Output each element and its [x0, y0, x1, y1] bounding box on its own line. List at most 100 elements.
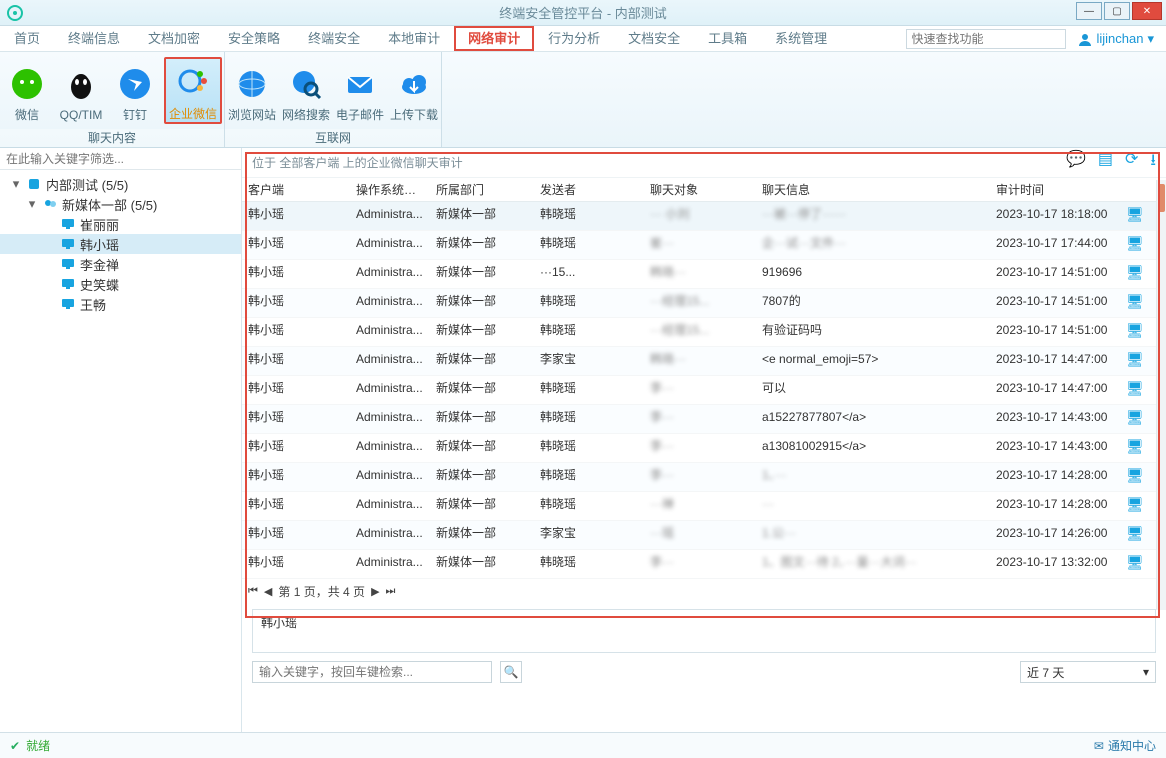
column-header[interactable]: 审计时间 [990, 178, 1120, 201]
cell: ···瑶 [644, 521, 756, 549]
ribbon-globe[interactable]: 浏览网站 [225, 58, 279, 123]
row-detail-icon[interactable]: 🖥 [1120, 434, 1144, 462]
cell: 2023-10-17 13:32:00 [990, 550, 1120, 578]
tree-leaf[interactable]: 史笑蝶 [0, 274, 241, 294]
search-button[interactable]: 🔍 [500, 661, 522, 683]
ribbon-qq[interactable]: QQ/TIM [54, 60, 108, 122]
notification-center[interactable]: ✉ 通知中心 [1094, 737, 1156, 754]
cell: 2023-10-17 14:43:00 [990, 434, 1120, 462]
status-bar: ✔ 就绪 ✉ 通知中心 [0, 732, 1166, 758]
date-range-select[interactable]: 近 7 天 ▾ [1020, 661, 1156, 683]
close-button[interactable]: ✕ [1132, 2, 1162, 20]
tree-group[interactable]: ▾ 新媒体一部 (5/5) [0, 194, 241, 214]
collapse-icon[interactable]: ▾ [10, 176, 22, 192]
ribbon-mail[interactable]: 电子邮件 [333, 58, 387, 123]
row-detail-icon[interactable]: 🖥 [1120, 376, 1144, 404]
cell: 韩小瑶 [242, 289, 350, 317]
menu-终端安全[interactable]: 终端安全 [294, 26, 374, 51]
pager-first[interactable]: ⏮ [248, 585, 258, 598]
ribbon-caption: 上传下载 [387, 106, 441, 123]
menu-网络审计[interactable]: 网络审计 [454, 26, 534, 51]
menu-终端信息[interactable]: 终端信息 [54, 26, 134, 51]
ribbon-dingtalk[interactable]: 钉钉 [108, 58, 162, 123]
minimize-button[interactable]: — [1076, 2, 1102, 20]
row-detail-icon[interactable]: 🖥 [1120, 231, 1144, 259]
table-row[interactable]: 韩小瑶Administra...新媒体一部韩晓瑶李···a15227877807… [242, 405, 1166, 434]
menu-工具箱[interactable]: 工具箱 [694, 26, 761, 51]
cell: Administra... [350, 231, 430, 259]
ribbon-cloud[interactable]: 上传下载 [387, 58, 441, 123]
ribbon-wecom[interactable]: 企业微信 [164, 57, 222, 124]
table-row[interactable]: 韩小瑶Administra...新媒体一部韩晓瑶李···可以2023-10-17… [242, 376, 1166, 405]
column-header[interactable]: 聊天对象 [644, 178, 756, 201]
column-header[interactable]: 操作系统账户 [350, 178, 430, 201]
table-row[interactable]: 韩小瑶Administra...新媒体一部韩晓瑶李···a13081002915… [242, 434, 1166, 463]
row-detail-icon[interactable]: 🖥 [1120, 405, 1144, 433]
panel-header: 位于 全部客户端 上的企业微信聊天审计 💬 ▤ ⟳ ⭳ [242, 148, 1166, 178]
menu-文档加密[interactable]: 文档加密 [134, 26, 214, 51]
tree-leaf[interactable]: 王畅 [0, 294, 241, 314]
quick-search-input[interactable] [906, 29, 1066, 49]
title-bar: 终端安全管控平台 - 内部测试 — ▢ ✕ [0, 0, 1166, 26]
column-header[interactable]: 聊天信息 [756, 178, 990, 201]
pager-prev[interactable]: ◀ [264, 585, 272, 598]
pager-last[interactable]: ⏭ [386, 585, 396, 598]
detail-text: 韩小瑶 [261, 616, 297, 630]
user-name: lijinchan [1096, 31, 1143, 46]
scrollbar-thumb[interactable] [1158, 184, 1165, 212]
list-icon[interactable]: ▤ [1098, 149, 1113, 176]
menu-安全策略[interactable]: 安全策略 [214, 26, 294, 51]
table-row[interactable]: 韩小瑶Administra...新媒体一部韩晓瑶崔···企···试···文件··… [242, 231, 1166, 260]
menu-本地审计[interactable]: 本地审计 [374, 26, 454, 51]
collapse-icon[interactable]: ▾ [26, 196, 38, 212]
tree-root[interactable]: ▾ 内部测试 (5/5) [0, 174, 241, 194]
row-detail-icon[interactable]: 🖥 [1120, 289, 1144, 317]
table-row[interactable]: 韩小瑶Administra...新媒体一部韩晓瑶··· 小刘···被···停了·… [242, 202, 1166, 231]
menu-系统管理[interactable]: 系统管理 [761, 26, 841, 51]
row-detail-icon[interactable]: 🖥 [1120, 463, 1144, 491]
menu-行为分析[interactable]: 行为分析 [534, 26, 614, 51]
row-detail-icon[interactable]: 🖥 [1120, 550, 1144, 578]
row-detail-icon[interactable]: 🖥 [1120, 318, 1144, 346]
row-detail-icon[interactable]: 🖥 [1120, 260, 1144, 288]
pager-next[interactable]: ▶ [371, 585, 379, 598]
menu-文档安全[interactable]: 文档安全 [614, 26, 694, 51]
table-row[interactable]: 韩小瑶Administra...新媒体一部李家宝韩晓···<e normal_e… [242, 347, 1166, 376]
cell: 新媒体一部 [430, 347, 534, 375]
row-detail-icon[interactable]: 🖥 [1120, 202, 1144, 230]
cell: 新媒体一部 [430, 405, 534, 433]
menu-首页[interactable]: 首页 [0, 26, 54, 51]
ribbon-search-globe[interactable]: 网络搜索 [279, 58, 333, 123]
cell: 韩晓瑶 [534, 405, 644, 433]
tree-filter-input[interactable] [0, 148, 241, 170]
row-detail-icon[interactable]: 🖥 [1120, 521, 1144, 549]
tree-leaf[interactable]: 韩小瑶 [0, 234, 241, 254]
cell: <e normal_emoji=57> [756, 347, 990, 375]
table-row[interactable]: 韩小瑶Administra...新媒体一部韩晓瑶李···1、图文···待 2、·… [242, 550, 1166, 579]
row-detail-icon[interactable]: 🖥 [1120, 492, 1144, 520]
user-menu[interactable]: lijinchan ▾ [1066, 26, 1166, 51]
download-icon[interactable]: ⭳ [1150, 149, 1156, 176]
cell: 新媒体一部 [430, 202, 534, 230]
column-header[interactable]: 发送者 [534, 178, 644, 201]
keyword-input[interactable] [252, 661, 492, 683]
ribbon-wechat[interactable]: 微信 [0, 58, 54, 123]
table-row[interactable]: 韩小瑶Administra...新媒体一部李家宝···瑶1.公···2023-1… [242, 521, 1166, 550]
tree-leaf[interactable]: 李金禅 [0, 254, 241, 274]
table-row[interactable]: 韩小瑶Administra...新媒体一部韩晓瑶···禅···2023-10-1… [242, 492, 1166, 521]
maximize-button[interactable]: ▢ [1104, 2, 1130, 20]
column-header[interactable]: 客户端 [242, 178, 350, 201]
table-row[interactable]: 韩小瑶Administra...新媒体一部···15...韩晓···919696… [242, 260, 1166, 289]
vertical-scrollbar[interactable] [1156, 180, 1166, 610]
refresh-icon[interactable]: ⟳ [1125, 149, 1138, 176]
tree-leaf[interactable]: 崔丽丽 [0, 214, 241, 234]
chat-icon[interactable]: 💬 [1066, 149, 1086, 176]
table-row[interactable]: 韩小瑶Administra...新媒体一部韩晓瑶···经理15...7807的2… [242, 289, 1166, 318]
column-header[interactable] [1120, 178, 1144, 201]
menu-bar: 首页终端信息文档加密安全策略终端安全本地审计网络审计行为分析文档安全工具箱系统管… [0, 26, 1166, 52]
column-header[interactable]: 所属部门 [430, 178, 534, 201]
table-row[interactable]: 韩小瑶Administra...新媒体一部韩晓瑶李···1、···2023-10… [242, 463, 1166, 492]
row-detail-icon[interactable]: 🖥 [1120, 347, 1144, 375]
table-row[interactable]: 韩小瑶Administra...新媒体一部韩晓瑶···经理15...有验证码吗2… [242, 318, 1166, 347]
cell: 1、··· [756, 463, 990, 491]
